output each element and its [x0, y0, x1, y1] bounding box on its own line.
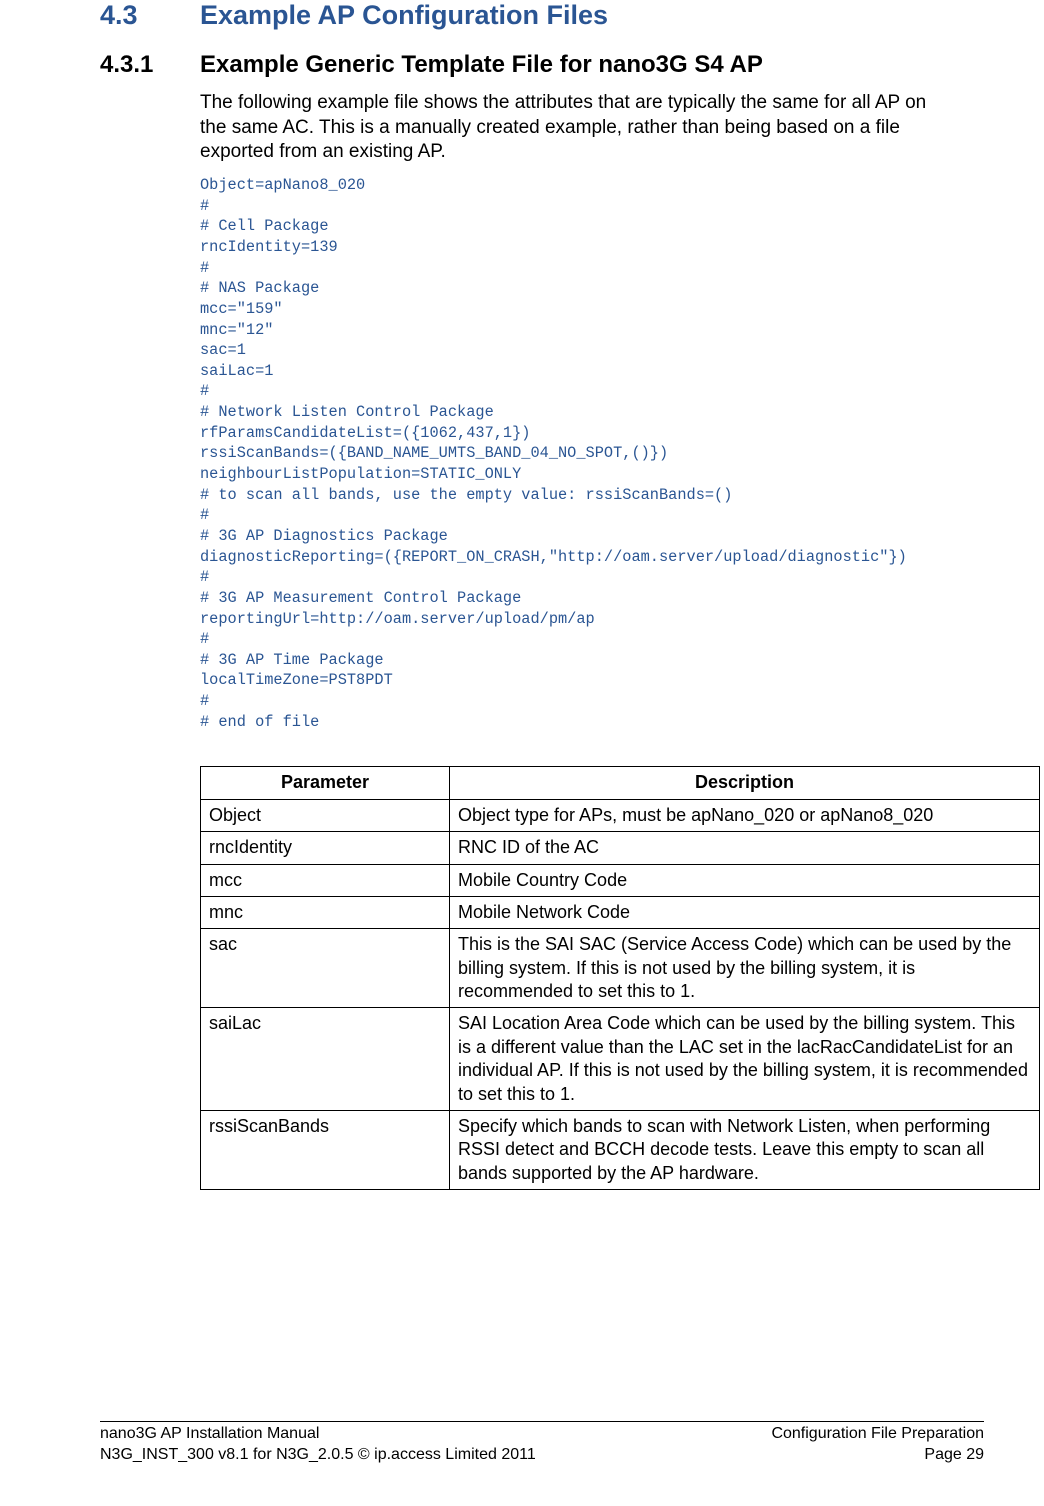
subsection-title: Example Generic Template File for nano3G… [200, 51, 763, 79]
param-name: saiLac [201, 1008, 450, 1111]
param-desc: Object type for APs, must be apNano_020 … [450, 799, 1040, 831]
param-name: mnc [201, 896, 450, 928]
param-name: Object [201, 799, 450, 831]
param-desc: Mobile Network Code [450, 896, 1040, 928]
subsection-number: 4.3.1 [100, 51, 200, 79]
param-desc: SAI Location Area Code which can be used… [450, 1008, 1040, 1111]
footer-manual-title: nano3G AP Installation Manual [100, 1424, 536, 1445]
param-desc: This is the SAI SAC (Service Access Code… [450, 929, 1040, 1008]
param-name: mcc [201, 864, 450, 896]
table-header-description: Description [450, 767, 1040, 799]
param-desc: Specify which bands to scan with Network… [450, 1111, 1040, 1190]
section-title: Example AP Configuration Files [200, 0, 608, 31]
footer-chapter: Configuration File Preparation [771, 1424, 984, 1445]
intro-paragraph: The following example file shows the att… [200, 91, 944, 165]
param-name: sac [201, 929, 450, 1008]
table-row: mcc Mobile Country Code [201, 864, 1040, 896]
table-header-parameter: Parameter [201, 767, 450, 799]
param-desc: RNC ID of the AC [450, 832, 1040, 864]
param-desc: Mobile Country Code [450, 864, 1040, 896]
intro-text: The following example file shows the att… [200, 91, 944, 165]
footer-left: nano3G AP Installation Manual N3G_INST_3… [100, 1424, 536, 1466]
table-row: sac This is the SAI SAC (Service Access … [201, 929, 1040, 1008]
table-row: saiLac SAI Location Area Code which can … [201, 1008, 1040, 1111]
footer-doc-id: N3G_INST_300 v8.1 for N3G_2.0.5 © ip.acc… [100, 1445, 536, 1466]
footer-right: Configuration File Preparation Page 29 [771, 1424, 984, 1466]
parameter-table: Parameter Description Object Object type… [200, 766, 1040, 1190]
section-number: 4.3 [100, 0, 200, 31]
table-header-row: Parameter Description [201, 767, 1040, 799]
subsection-heading: 4.3.1 Example Generic Template File for … [100, 51, 944, 79]
table-row: Object Object type for APs, must be apNa… [201, 799, 1040, 831]
table-row: mnc Mobile Network Code [201, 896, 1040, 928]
footer-page-number: Page 29 [771, 1445, 984, 1466]
section-heading: 4.3 Example AP Configuration Files [100, 0, 944, 31]
page-footer: nano3G AP Installation Manual N3G_INST_3… [100, 1421, 984, 1466]
table-row: rncIdentity RNC ID of the AC [201, 832, 1040, 864]
param-name: rncIdentity [201, 832, 450, 864]
config-file-example: Object=apNano8_020 # # Cell Package rncI… [200, 175, 944, 732]
param-name: rssiScanBands [201, 1111, 450, 1190]
table-row: rssiScanBands Specify which bands to sca… [201, 1111, 1040, 1190]
